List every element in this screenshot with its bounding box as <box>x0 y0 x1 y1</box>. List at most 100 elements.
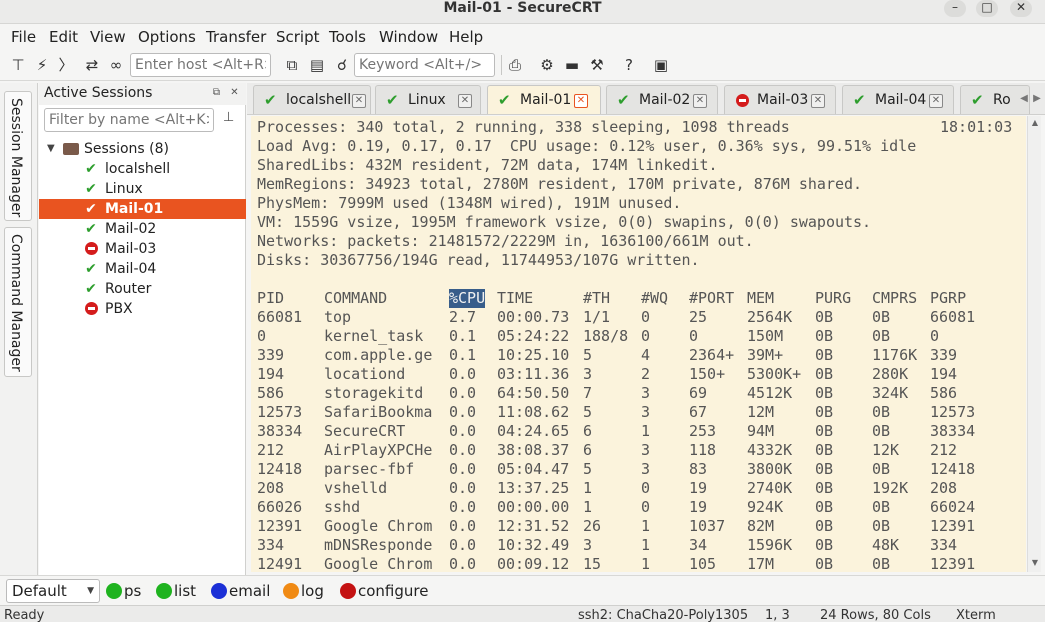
close-tab-icon[interactable]: ✕ <box>693 94 707 108</box>
table-cell: 66081 <box>930 308 976 326</box>
table-cell: 339 <box>930 346 958 364</box>
session-localshell[interactable]: ✔ localshell <box>39 159 246 179</box>
table-cell: 67 <box>689 403 708 421</box>
menu-window[interactable]: Window <box>379 27 438 47</box>
settings-icon[interactable]: ⚙ <box>537 55 557 75</box>
close-panel-icon[interactable]: ✕ <box>228 86 241 99</box>
table-cell: 1176K <box>872 346 918 364</box>
connect-in-tab-icon[interactable]: 〉 <box>56 55 76 75</box>
session-filter-input[interactable] <box>44 108 214 132</box>
scroll-down-icon[interactable]: ▼ <box>1030 558 1040 567</box>
configure-button-label: configure <box>358 582 429 600</box>
help-icon[interactable]: ? <box>619 55 639 75</box>
close-tab-icon[interactable]: ✕ <box>458 94 472 108</box>
scroll-up-icon[interactable]: ▲ <box>1030 118 1040 127</box>
tab-localshell[interactable]: ✔ localshell ✕ <box>253 85 371 114</box>
print-icon[interactable]: ⎙ <box>505 55 525 75</box>
menu-tools[interactable]: Tools <box>329 27 366 47</box>
paste-icon[interactable]: ▤ <box>307 55 327 75</box>
table-cell: com.apple.ge <box>324 346 433 364</box>
configure-button[interactable]: configure <box>340 582 428 602</box>
menu-script[interactable]: Script <box>276 27 320 47</box>
table-cell: 26 <box>583 517 602 535</box>
tab-label: Mail-02 <box>639 92 691 108</box>
terminal-screen[interactable]: 18:01:03 Processes: 340 total, 2 running… <box>251 116 1026 572</box>
log-button-label: log <box>301 582 324 600</box>
session-mail-02[interactable]: ✔ Mail-02 <box>39 219 246 239</box>
host-input[interactable] <box>130 53 271 77</box>
table-cell: 194 <box>930 365 958 383</box>
session-router[interactable]: ✔ Router <box>39 279 246 299</box>
tab-mail-01[interactable]: ✔ Mail-01 ✕ <box>487 85 601 114</box>
close-window-button[interactable]: ✕ <box>1010 0 1032 17</box>
session-label: Mail-02 <box>105 221 157 237</box>
chevron-down-icon: ▼ <box>87 586 94 596</box>
screenshot-icon[interactable]: ▣ <box>651 55 671 75</box>
quick-connect-icon[interactable]: ⚡ <box>32 55 52 75</box>
sessions-panel-title: Active Sessions <box>44 85 153 101</box>
pin-icon[interactable]: ⊥ <box>223 110 239 128</box>
list-button[interactable]: list <box>156 582 196 602</box>
close-tab-icon[interactable]: ✕ <box>352 94 366 108</box>
sftp-icon[interactable]: ⚒ <box>587 55 607 75</box>
session-manager-tab-label: Session Manager <box>8 98 24 218</box>
connected-check-icon: ✔ <box>386 91 399 109</box>
session-mail-04[interactable]: ✔ Mail-04 <box>39 259 246 279</box>
table-cell: Google Chrom <box>324 517 433 535</box>
session-pbx[interactable]: PBX <box>39 299 246 319</box>
connect-icon[interactable]: ⊤ <box>8 55 28 75</box>
folder-icon <box>63 143 79 155</box>
table-cell: 15 <box>583 555 602 572</box>
keyword-input[interactable] <box>354 53 495 77</box>
keymap-icon[interactable]: ▬ <box>562 55 582 75</box>
tab-linux[interactable]: ✔ Linux ✕ <box>375 85 481 114</box>
table-cell: 118 <box>689 441 717 459</box>
connected-check-icon: ✔ <box>85 261 97 277</box>
session-linux[interactable]: ✔ Linux <box>39 179 246 199</box>
menu-view[interactable]: View <box>90 27 126 47</box>
connected-check-icon: ✔ <box>85 221 97 237</box>
minimize-button[interactable]: – <box>944 0 966 17</box>
tab-scroll-left-icon[interactable]: ◀ <box>1018 90 1030 108</box>
tab-mail-02[interactable]: ✔ Mail-02 ✕ <box>606 85 718 114</box>
tab-mail-03[interactable]: Mail-03 ✕ <box>724 85 836 114</box>
table-cell: 212 <box>257 441 285 459</box>
table-cell: sshd <box>324 498 361 516</box>
close-tab-icon[interactable]: ✕ <box>929 94 943 108</box>
tab-mail-04[interactable]: ✔ Mail-04 ✕ <box>842 85 954 114</box>
button-bar-group-select[interactable]: Default ▼ <box>6 579 100 603</box>
command-manager-tab[interactable]: Command Manager <box>4 227 32 377</box>
session-mail-01[interactable]: ✔ Mail-01 <box>39 199 246 219</box>
button-bar-group-value: Default <box>12 582 67 600</box>
blue-dot-icon <box>211 583 227 599</box>
find-icon[interactable]: ☌ <box>332 55 352 75</box>
connected-check-icon: ✔ <box>971 91 984 109</box>
tab-scroll-right-icon[interactable]: ▶ <box>1031 90 1043 108</box>
menu-file[interactable]: File <box>11 27 36 47</box>
table-cell: 82M <box>747 517 775 535</box>
menu-transfer[interactable]: Transfer <box>206 27 266 47</box>
menu-help[interactable]: Help <box>449 27 483 47</box>
close-tab-icon[interactable]: ✕ <box>574 94 588 108</box>
red-dot-icon <box>340 583 356 599</box>
link-icon[interactable]: ∞ <box>106 55 126 75</box>
sessions-folder[interactable]: ▼ Sessions (8) <box>39 139 246 159</box>
table-cell: 194 <box>257 365 285 383</box>
ps-button[interactable]: ps <box>106 582 141 602</box>
maximize-button[interactable]: □ <box>976 0 998 17</box>
table-cell: 19 <box>689 498 708 516</box>
session-mail-03[interactable]: Mail-03 <box>39 239 246 259</box>
menu-options[interactable]: Options <box>138 27 196 47</box>
log-button[interactable]: log <box>283 582 324 602</box>
float-panel-icon[interactable]: ⧉ <box>210 86 223 99</box>
session-manager-tab[interactable]: Session Manager <box>4 91 32 221</box>
copy-icon[interactable]: ⧉ <box>282 55 302 75</box>
table-cell: 0B <box>815 346 834 364</box>
reconnect-icon[interactable]: ⇄ <box>82 55 102 75</box>
email-button[interactable]: email <box>211 582 270 602</box>
terminal-scrollbar[interactable]: ▲ ▼ <box>1027 116 1041 572</box>
collapse-arrow-icon[interactable]: ▼ <box>47 139 55 159</box>
close-tab-icon[interactable]: ✕ <box>811 94 825 108</box>
menu-edit[interactable]: Edit <box>49 27 78 47</box>
terminal-summary-line: PhysMem: 7999M used (1348M wired), 191M … <box>257 194 682 212</box>
